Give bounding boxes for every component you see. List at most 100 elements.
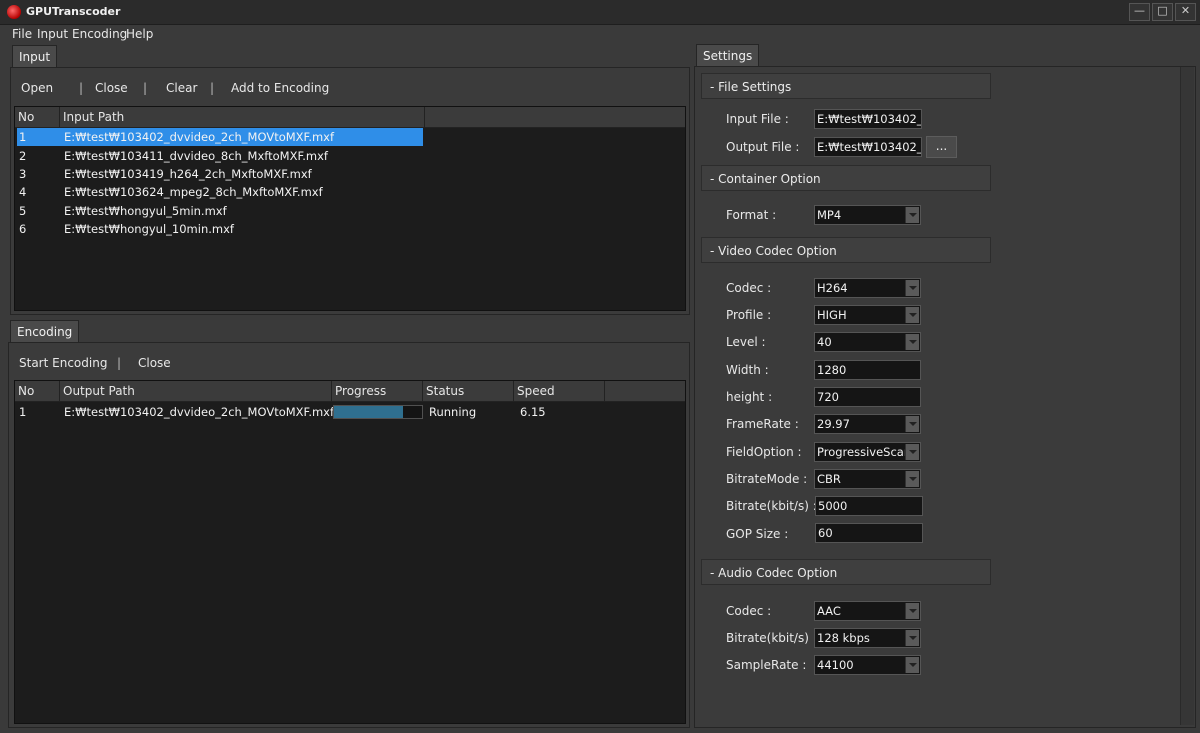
menu-file[interactable]: File — [12, 27, 32, 41]
maximize-button[interactable]: □ — [1152, 3, 1173, 21]
settings-panel: - File Settings Input File : E:₩test₩103… — [694, 66, 1196, 728]
width-input[interactable]: 1280 — [814, 360, 921, 380]
sample-rate-label: SampleRate : — [726, 658, 807, 672]
column-header-no[interactable]: No — [15, 381, 60, 401]
column-header-output-path[interactable]: Output Path — [60, 381, 332, 401]
chevron-down-icon[interactable] — [905, 657, 919, 673]
bitrate-mode-label: BitrateMode : — [726, 472, 808, 486]
video-bitrate-input[interactable]: 5000 — [815, 496, 923, 516]
chevron-down-icon[interactable] — [905, 207, 919, 223]
chevron-down-icon[interactable] — [905, 334, 919, 350]
row-no: 3 — [19, 167, 27, 181]
column-header-no[interactable]: No — [15, 107, 60, 127]
start-encoding-button[interactable]: Start Encoding — [19, 356, 107, 370]
row-path: E:₩test₩103411_dvvideo_8ch_MxftoMXF.mxf — [64, 149, 328, 163]
input-file-list[interactable]: No Input Path 1 E:₩test₩103402_dvvideo_2… — [14, 106, 686, 311]
menu-encoding[interactable]: Encoding — [72, 27, 127, 41]
level-select[interactable]: 40 — [814, 332, 921, 352]
row-no: 2 — [19, 149, 27, 163]
column-header-input-path[interactable]: Input Path — [60, 107, 425, 127]
video-codec-option-header[interactable]: - Video Codec Option — [701, 237, 991, 263]
format-select[interactable]: MP4 — [814, 205, 921, 225]
level-value: 40 — [817, 335, 832, 349]
row-no: 5 — [19, 204, 27, 218]
chevron-down-icon[interactable] — [905, 630, 919, 646]
column-header-progress[interactable]: Progress — [332, 381, 423, 401]
tab-settings[interactable]: Settings — [696, 44, 760, 67]
open-button[interactable]: Open — [21, 81, 53, 95]
toolbar-separator: | — [143, 81, 148, 95]
video-bitrate-label: Bitrate(kbit/s) : — [726, 499, 817, 513]
list-item[interactable]: 5 E:₩test₩hongyul_5min.mxf — [17, 202, 423, 220]
chevron-down-icon[interactable] — [905, 444, 919, 460]
toolbar-separator: | — [117, 356, 122, 370]
menu-input[interactable]: Input — [37, 27, 68, 41]
settings-scrollbar[interactable] — [1180, 67, 1194, 725]
chevron-down-icon[interactable] — [905, 603, 919, 619]
row-output-path: E:₩test₩103402_dvvideo_2ch_MOVtoMXF.mxf.… — [64, 405, 345, 419]
format-value: MP4 — [817, 208, 842, 222]
height-input[interactable]: 720 — [814, 387, 921, 407]
column-header-status[interactable]: Status — [423, 381, 514, 401]
output-file-field[interactable]: E:₩test₩103402_dvvideo_2ch_MOVtoMXF.mp4 — [814, 137, 922, 157]
list-item[interactable]: 3 E:₩test₩103419_h264_2ch_MxftoMXF.mxf — [17, 165, 423, 183]
close-window-button[interactable]: ✕ — [1175, 3, 1196, 21]
row-path: E:₩test₩hongyul_10min.mxf — [64, 222, 234, 236]
sample-rate-value: 44100 — [817, 658, 854, 672]
input-file-field[interactable]: E:₩test₩103402_dvvideo_2ch_MOVtoMXF.mxf — [814, 109, 922, 129]
chevron-down-icon[interactable] — [905, 280, 919, 296]
encoding-job-list[interactable]: No Output Path Progress Status Speed 1 E… — [14, 380, 686, 724]
minimize-button[interactable]: — — [1129, 3, 1150, 21]
title-bar: GPUTranscoder — □ ✕ — [0, 0, 1200, 25]
add-to-encoding-button[interactable]: Add to Encoding — [231, 81, 329, 95]
video-codec-select[interactable]: H264 — [814, 278, 921, 298]
tab-encoding[interactable]: Encoding — [10, 320, 80, 343]
row-path: E:₩test₩103624_mpeg2_8ch_MxftoMXF.mxf — [64, 185, 323, 199]
table-row[interactable]: 1 E:₩test₩103402_dvvideo_2ch_MOVtoMXF.mx… — [17, 403, 617, 421]
profile-label: Profile : — [726, 308, 772, 322]
chevron-down-icon[interactable] — [905, 471, 919, 487]
encoding-panel: Start Encoding | Close No Output Path Pr… — [8, 342, 690, 728]
list-item[interactable]: 6 E:₩test₩hongyul_10min.mxf — [17, 220, 423, 238]
clear-button[interactable]: Clear — [166, 81, 197, 95]
audio-codec-value: AAC — [817, 604, 841, 618]
row-no: 6 — [19, 222, 27, 236]
gop-size-input[interactable]: 60 — [815, 523, 923, 543]
list-item[interactable]: 1 E:₩test₩103402_dvvideo_2ch_MOVtoMXF.mx… — [17, 128, 423, 146]
width-label: Width : — [726, 363, 769, 377]
menu-bar: File Input Encoding Help — [0, 25, 1200, 43]
audio-codec-select[interactable]: AAC — [814, 601, 921, 621]
progress-bar — [333, 405, 423, 419]
audio-codec-option-header[interactable]: - Audio Codec Option — [701, 559, 991, 585]
format-label: Format : — [726, 208, 777, 222]
sample-rate-select[interactable]: 44100 — [814, 655, 921, 675]
tab-input[interactable]: Input — [12, 45, 58, 68]
row-status: Running — [429, 405, 477, 419]
profile-value: HIGH — [817, 308, 847, 322]
menu-help[interactable]: Help — [126, 27, 153, 41]
chevron-down-icon[interactable] — [905, 416, 919, 432]
file-settings-header[interactable]: - File Settings — [701, 73, 991, 99]
profile-select[interactable]: HIGH — [814, 305, 921, 325]
list-item[interactable]: 2 E:₩test₩103411_dvvideo_8ch_MxftoMXF.mx… — [17, 147, 423, 165]
window-title: GPUTranscoder — [26, 5, 121, 18]
bitrate-mode-select[interactable]: CBR — [814, 469, 921, 489]
column-header-speed[interactable]: Speed — [514, 381, 605, 401]
row-no: 1 — [19, 405, 27, 419]
framerate-select[interactable]: 29.97 — [814, 414, 921, 434]
app-logo-icon — [7, 5, 21, 19]
output-file-label: Output File : — [726, 140, 800, 154]
toolbar-separator: | — [79, 81, 84, 95]
row-no: 4 — [19, 185, 27, 199]
container-option-header[interactable]: - Container Option — [701, 165, 991, 191]
list-item[interactable]: 4 E:₩test₩103624_mpeg2_8ch_MxftoMXF.mxf — [17, 183, 423, 201]
audio-bitrate-label: Bitrate(kbit/s) : — [726, 631, 817, 645]
field-option-select[interactable]: ProgressiveScan — [814, 442, 921, 462]
audio-bitrate-select[interactable]: 128 kbps — [814, 628, 921, 648]
chevron-down-icon[interactable] — [905, 307, 919, 323]
height-label: height : — [726, 390, 773, 404]
framerate-value: 29.97 — [817, 417, 850, 431]
close-input-button[interactable]: Close — [95, 81, 128, 95]
browse-output-button[interactable]: ... — [926, 136, 957, 158]
close-encoding-button[interactable]: Close — [138, 356, 171, 370]
